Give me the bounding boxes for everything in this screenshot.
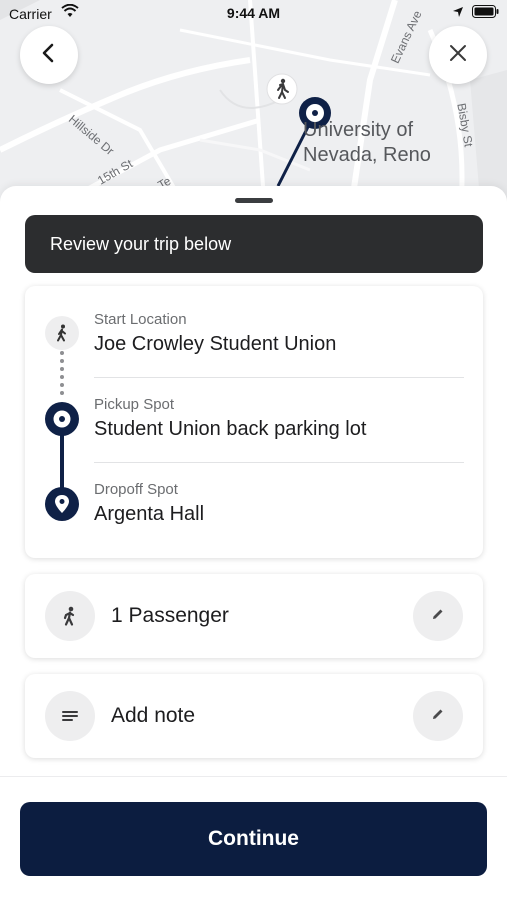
map-streets — [0, 0, 507, 215]
pencil-icon — [431, 607, 445, 626]
trip-summary-card: Start Location Joe Crowley Student Union… — [25, 286, 483, 558]
dropoff-spot-value: Argenta Hall — [94, 503, 205, 525]
chevron-left-icon — [39, 43, 59, 68]
continue-button-label: Continue — [208, 827, 299, 850]
dropoff-spot-label: Dropoff Spot — [94, 481, 178, 498]
edit-passengers-button[interactable] — [413, 591, 463, 641]
battery-icon — [472, 5, 499, 21]
divider — [94, 462, 464, 463]
divider — [94, 377, 464, 378]
note-row[interactable]: Add note — [25, 674, 483, 758]
start-location-label: Start Location — [94, 311, 187, 328]
edit-note-button[interactable] — [413, 691, 463, 741]
review-banner: Review your trip below — [25, 215, 483, 273]
passengers-row[interactable]: 1 Passenger — [25, 574, 483, 658]
pickup-spot-label: Pickup Spot — [94, 396, 175, 413]
continue-button[interactable]: Continue — [20, 802, 487, 876]
location-arrow-icon — [452, 5, 464, 21]
notes-icon — [45, 691, 95, 741]
trip-review-sheet: Review your trip below Start Location Jo… — [0, 186, 507, 900]
location-pin-icon — [45, 487, 79, 521]
review-banner-text: Review your trip below — [50, 233, 232, 254]
pencil-icon — [431, 707, 445, 726]
note-label: Add note — [111, 704, 196, 727]
clock: 9:44 AM — [226, 5, 281, 21]
back-button[interactable] — [20, 26, 78, 84]
map-label-university: University of Nevada, Reno — [303, 119, 431, 166]
pickup-spot[interactable]: Pickup Spot Student Union back parking l… — [94, 396, 464, 441]
person-icon — [45, 591, 95, 641]
close-button[interactable] — [429, 26, 487, 84]
status-bar: Carrier 9:44 AM — [0, 0, 507, 28]
divider — [0, 776, 507, 777]
close-icon — [449, 44, 467, 67]
pickup-target-icon — [45, 402, 79, 436]
map-view[interactable]: University of Nevada, Reno Evans Ave Bis… — [0, 0, 507, 215]
walking-person-icon — [45, 316, 79, 350]
start-location-value: Joe Crowley Student Union — [94, 333, 337, 355]
start-location[interactable]: Start Location Joe Crowley Student Union — [94, 311, 464, 356]
passengers-label: 1 Passenger — [111, 604, 229, 627]
pickup-spot-value: Student Union back parking lot — [94, 418, 367, 440]
dropoff-spot[interactable]: Dropoff Spot Argenta Hall — [94, 481, 464, 526]
sheet-drag-handle[interactable] — [235, 198, 273, 203]
map-walk-marker — [266, 73, 298, 105]
